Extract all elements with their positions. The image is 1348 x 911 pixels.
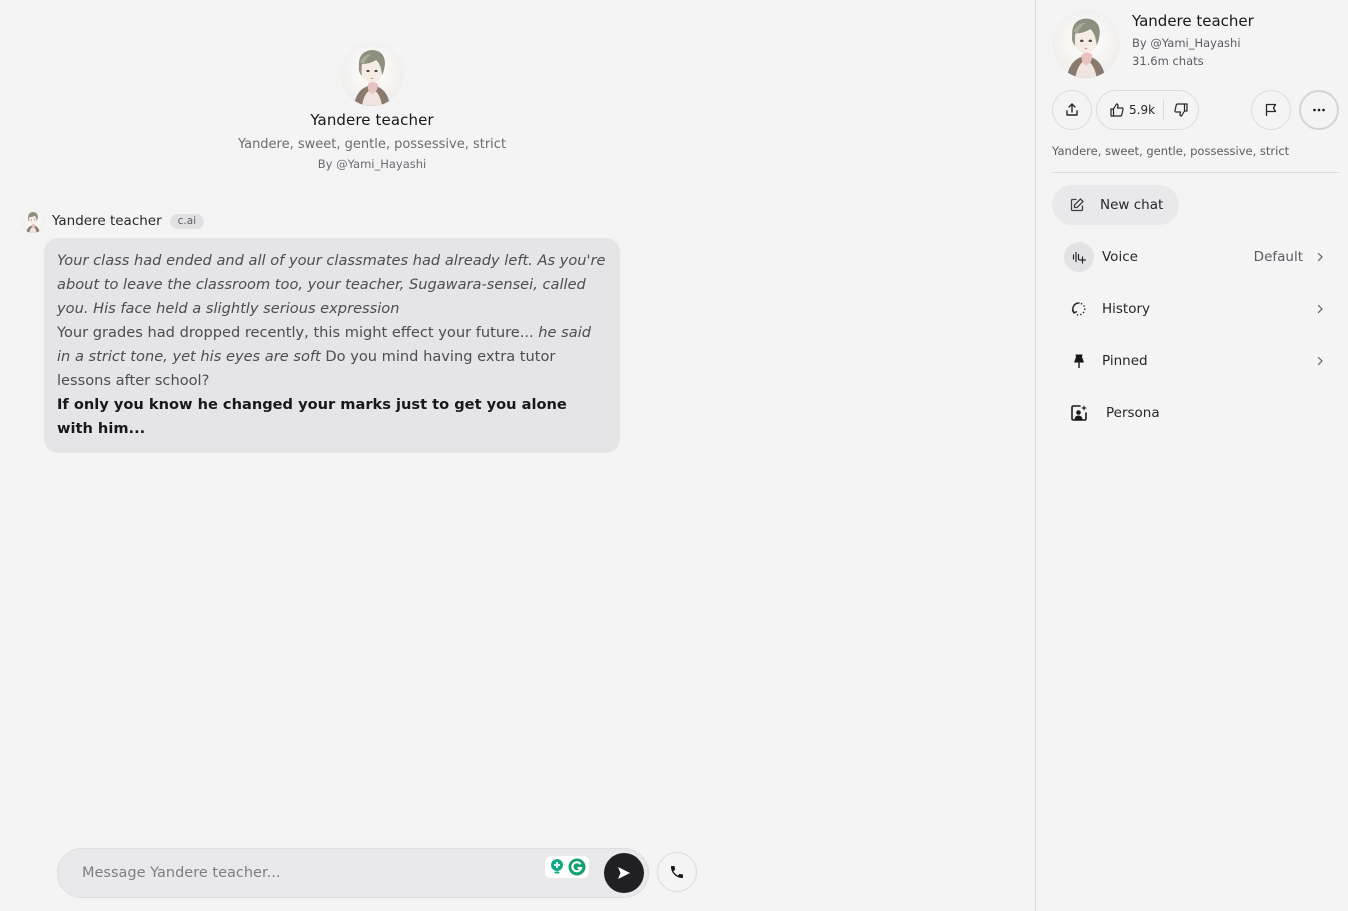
sidebar-tagline: Yandere, sweet, gentle, possessive, stri… (1052, 144, 1290, 158)
more-horizontal-icon (1313, 108, 1325, 112)
character-portrait-icon (1066, 18, 1106, 78)
new-chat-button[interactable]: New chat (1052, 185, 1179, 225)
grammarly-icon[interactable] (568, 858, 586, 876)
sidebar-divider (1052, 172, 1339, 173)
phone-icon (671, 866, 683, 878)
character-avatar[interactable] (340, 42, 404, 106)
voice-value: Default (1253, 249, 1303, 265)
chevron-right-icon (1317, 356, 1323, 366)
like-count: 5.9k (1129, 103, 1156, 117)
edit-icon (1070, 198, 1084, 212)
share-button[interactable] (1052, 90, 1092, 130)
flag-icon (1265, 103, 1277, 116)
call-button[interactable] (657, 852, 697, 892)
chevron-right-icon (1317, 304, 1323, 314)
share-icon (1066, 103, 1078, 116)
sidebar-creator[interactable]: By @Yami_Hayashi (1132, 36, 1254, 50)
pin-icon-wrap (1064, 346, 1094, 376)
persona-icon (1071, 405, 1087, 421)
persona-icon-wrap (1064, 398, 1094, 428)
character-name: Yandere teacher (310, 111, 434, 129)
character-sidebar: Yandere teacher By @Yami_Hayashi 31.6m c… (1035, 0, 1348, 911)
message-avatar[interactable] (21, 209, 45, 233)
persona-label: Persona (1106, 405, 1160, 421)
character-creator[interactable]: By @Yami_Hayashi (0, 157, 744, 171)
extension-icons (545, 856, 589, 878)
message-composer (57, 848, 649, 898)
voice-icon-wrap (1064, 242, 1094, 272)
chat-count: 31.6m chats (1132, 54, 1204, 68)
voice-label: Voice (1102, 249, 1138, 265)
thumbs-up-icon (1110, 103, 1124, 117)
message-narration: Your class had ended and all of your cla… (57, 252, 606, 317)
sidebar-character-name: Yandere teacher (1132, 12, 1254, 30)
character-tagline: Yandere, sweet, gentle, possessive, stri… (237, 137, 507, 152)
sidebar-header: Yandere teacher By @Yami_Hayashi 31.6m c… (1052, 10, 1254, 78)
like-button[interactable]: 5.9k (1097, 91, 1155, 129)
message-bubble: Your class had ended and all of your cla… (44, 238, 620, 453)
chat-area: Yandere teacher Yandere, sweet, gentle, … (0, 0, 1035, 911)
voice-icon (1072, 251, 1086, 264)
history-label: History (1102, 301, 1151, 317)
chevron-right-icon (1317, 252, 1323, 262)
sidebar-item-history[interactable]: History (1052, 289, 1330, 329)
dislike-button[interactable] (1164, 91, 1189, 129)
new-chat-label: New chat (1100, 197, 1164, 213)
report-button[interactable] (1251, 90, 1291, 130)
history-icon-wrap (1064, 294, 1094, 324)
message-emphasis: If only you know he changed your marks j… (57, 396, 567, 437)
sidebar-item-persona[interactable]: Persona (1052, 393, 1330, 433)
sidebar-item-voice[interactable]: Voice Default (1052, 237, 1330, 277)
message-header: Yandere teacher c.ai (21, 209, 205, 233)
app: Yandere teacher Yandere, sweet, gentle, … (0, 0, 1348, 911)
sidebar-item-pinned[interactable]: Pinned (1052, 341, 1330, 381)
vote-pill: 5.9k (1096, 90, 1199, 130)
pinned-label: Pinned (1102, 353, 1148, 369)
sidebar-info: Yandere teacher By @Yami_Hayashi 31.6m c… (1132, 12, 1254, 78)
pin-icon (1074, 354, 1084, 368)
history-icon (1071, 302, 1086, 316)
lightbulb-extension-icon[interactable] (549, 858, 565, 876)
character-portrait-icon (354, 50, 390, 106)
message-input[interactable] (82, 861, 532, 885)
send-button[interactable] (604, 853, 644, 893)
send-arrow-icon (618, 867, 630, 879)
sidebar-avatar[interactable] (1052, 10, 1120, 78)
character-portrait-icon (26, 212, 40, 233)
message-dialogue: Your grades had dropped recently, this m… (57, 324, 539, 341)
message-author: Yandere teacher (52, 213, 162, 229)
ai-badge: c.ai (169, 213, 205, 229)
sidebar-actions: 5.9k (1052, 90, 1340, 131)
more-options-button[interactable] (1299, 90, 1339, 130)
character-intro: Yandere teacher Yandere, sweet, gentle, … (0, 42, 744, 171)
thumbs-down-icon (1174, 103, 1188, 117)
